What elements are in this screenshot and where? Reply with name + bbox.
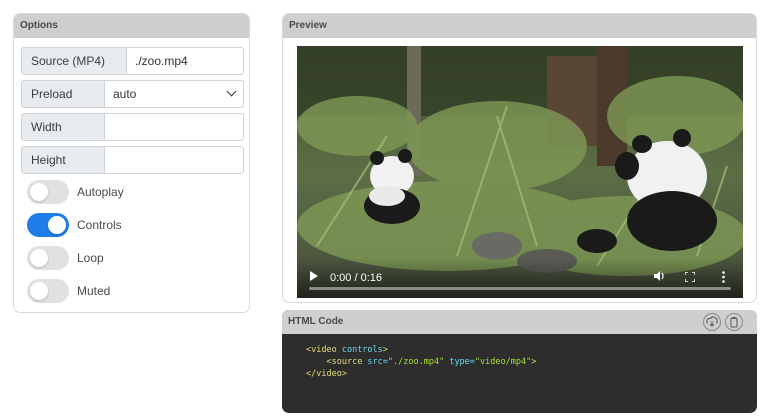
code-panel: HTML Code <video controls> <source src="… bbox=[282, 310, 757, 413]
controls-toggle-row: Controls bbox=[27, 213, 122, 237]
preload-select[interactable]: auto bbox=[105, 81, 243, 107]
fullscreen-icon[interactable] bbox=[685, 272, 695, 282]
source-row: Source (MP4) ./zoo.mp4 bbox=[21, 47, 244, 75]
height-row: Height bbox=[21, 146, 244, 174]
options-title: Options bbox=[14, 14, 249, 38]
autoplay-toggle[interactable] bbox=[27, 180, 69, 204]
muted-toggle-row: Muted bbox=[27, 279, 110, 303]
preload-label: Preload bbox=[22, 81, 105, 107]
code-block: <video controls> <source src="./zoo.mp4"… bbox=[306, 344, 536, 380]
time-display: 0:00 / 0:16 bbox=[330, 272, 382, 284]
play-icon[interactable] bbox=[310, 271, 318, 281]
controls-label: Controls bbox=[77, 218, 122, 232]
options-panel: Options Source (MP4) ./zoo.mp4 Preload a… bbox=[13, 13, 250, 313]
loop-toggle[interactable] bbox=[27, 246, 69, 270]
code-type-value: "video/mp4" bbox=[474, 357, 532, 367]
muted-label: Muted bbox=[77, 284, 111, 298]
video-player[interactable]: 0:00 / 0:16 bbox=[297, 46, 743, 298]
copy-icon[interactable] bbox=[725, 313, 743, 331]
progress-track[interactable] bbox=[309, 287, 731, 290]
video-controls-bar: 0:00 / 0:16 bbox=[297, 258, 743, 298]
height-label: Height bbox=[22, 147, 105, 173]
toggle-knob bbox=[30, 249, 48, 267]
code-close-bracket: > bbox=[531, 357, 537, 367]
download-icon[interactable] bbox=[703, 313, 721, 331]
code-src-value: "./zoo.mp4" bbox=[387, 357, 445, 367]
autoplay-toggle-row: Autoplay bbox=[27, 180, 124, 204]
toggle-knob bbox=[30, 282, 48, 300]
code-video-open: <video bbox=[306, 345, 337, 355]
width-label: Width bbox=[22, 114, 105, 140]
source-label: Source (MP4) bbox=[22, 48, 127, 74]
source-input[interactable]: ./zoo.mp4 bbox=[127, 48, 243, 74]
loop-label: Loop bbox=[77, 251, 104, 265]
code-title: HTML Code bbox=[282, 310, 757, 334]
toggle-knob bbox=[30, 183, 48, 201]
preview-title: Preview bbox=[283, 14, 756, 38]
code-source-open: <source bbox=[326, 357, 363, 367]
controls-toggle[interactable] bbox=[27, 213, 69, 237]
autoplay-label: Autoplay bbox=[77, 185, 124, 199]
chevron-down-icon bbox=[226, 86, 237, 97]
preview-panel: Preview 0:00 / 0:16 bbox=[282, 13, 757, 303]
preload-value: auto bbox=[113, 87, 137, 101]
code-close-bracket: > bbox=[382, 345, 388, 355]
code-src-attr: src= bbox=[362, 357, 388, 367]
width-row: Width bbox=[21, 113, 244, 141]
code-title-text: HTML Code bbox=[288, 316, 344, 327]
muted-toggle[interactable] bbox=[27, 279, 69, 303]
code-actions bbox=[703, 313, 743, 331]
preload-row: Preload auto bbox=[21, 80, 244, 108]
more-options-icon[interactable] bbox=[722, 271, 725, 283]
code-controls-attr: controls bbox=[336, 345, 383, 355]
code-type-attr: type= bbox=[444, 357, 475, 367]
volume-icon[interactable] bbox=[653, 270, 665, 282]
width-input[interactable] bbox=[105, 114, 243, 140]
loop-toggle-row: Loop bbox=[27, 246, 104, 270]
code-video-close: </video> bbox=[306, 369, 347, 379]
toggle-knob bbox=[48, 216, 66, 234]
height-input[interactable] bbox=[105, 147, 243, 173]
